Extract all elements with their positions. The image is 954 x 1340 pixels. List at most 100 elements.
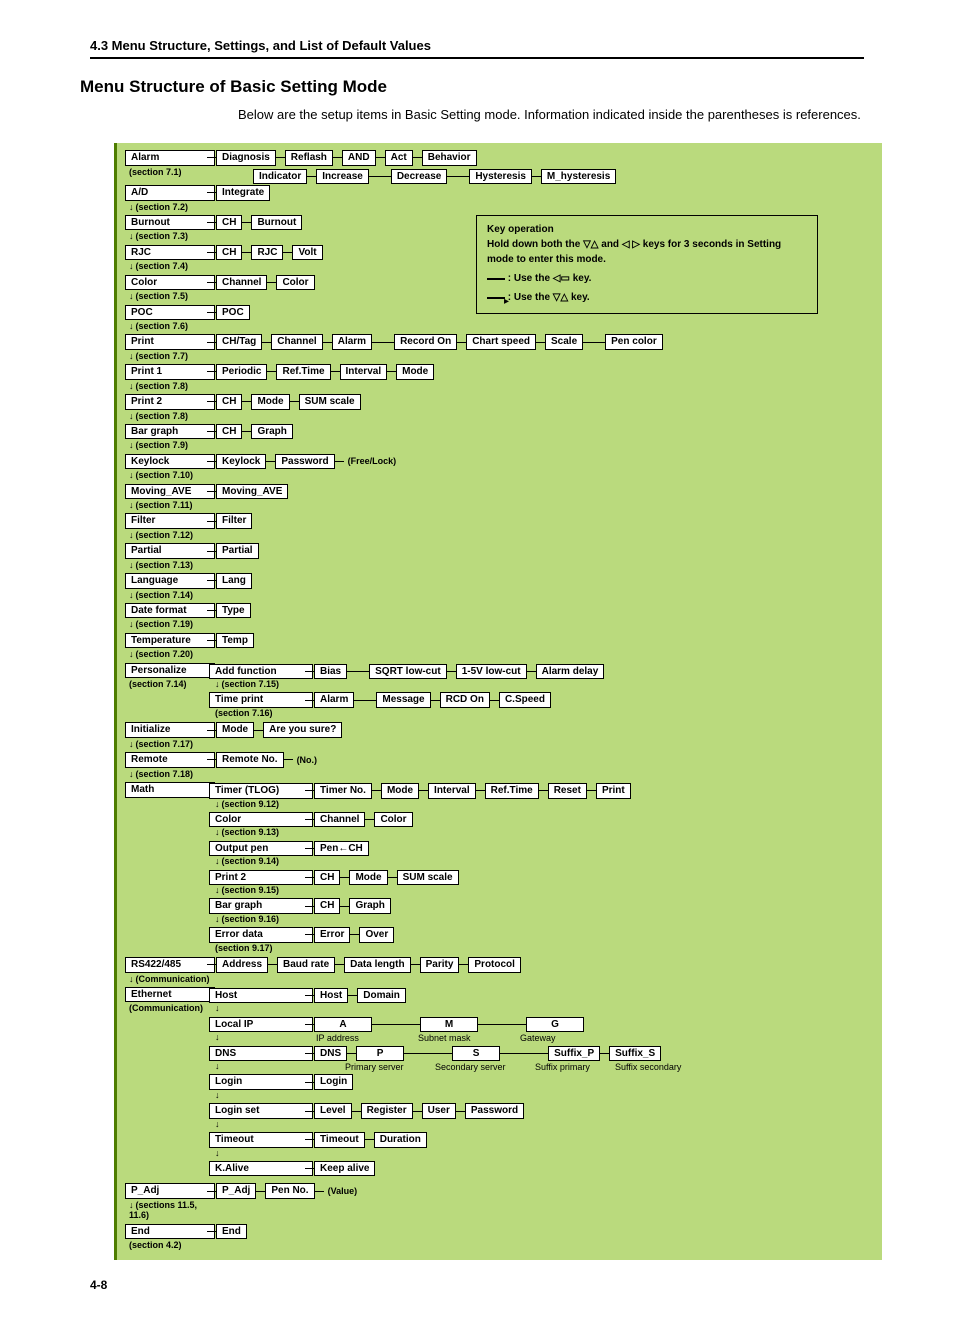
chip-partial: Partial [125,543,215,559]
c: RJC [251,245,283,261]
c: Address [216,957,268,973]
n: Suffix primary [535,1062,613,1072]
row-padj: P_Adj (sections 11.5, 11.6) P_Adj Pen No… [125,1183,874,1222]
row-filter: Filter (section 7.12) Filter [125,513,874,542]
sec-eth: (Communication) [129,1003,203,1013]
c: Mode [381,783,419,799]
c: Scale [545,334,583,350]
chip-keylock: Keylock [125,454,215,470]
sec-rs: (Communication) [129,974,203,984]
sec-keylock: (section 7.10) [129,470,203,480]
row-pers: Personalize (section 7.14) Add function … [125,663,874,722]
row-math: Math Timer (TLOG) (section 9.12) Timer N… [125,782,874,956]
c: Lang [216,573,252,589]
c: Mode [251,394,289,410]
c: DNS [314,1046,347,1062]
c: Behavior [422,150,477,166]
sec-math-print2: (section 9.15) [215,885,301,895]
c: Keep alive [314,1161,375,1177]
c: M_hysteresis [541,169,616,185]
chip-remote: Remote [125,752,215,768]
sec-print2: (section 7.8) [129,411,203,421]
c: P [356,1046,404,1062]
c: Ref.Time [276,364,330,380]
diagram-host: Key operation Hold down both the ▽△ and … [48,143,906,1259]
sec-math-err: (section 9.17) [215,943,301,953]
chip-eth-timeout: Timeout [209,1132,313,1148]
sec-timeprint: (section 7.16) [215,708,301,718]
chip-pers: Personalize [125,663,215,679]
chip-bar: Bar graph [125,424,215,440]
c: Password [275,454,334,470]
row-print1: Print 1 (section 7.8) Periodic Ref.Time … [125,364,874,393]
sec-lang: (section 7.14) [129,590,203,600]
row-print2: Print 2 (section 7.8) CH Mode SUM scale [125,394,874,423]
sec-math-timer: (section 9.12) [215,799,301,809]
c: Color [374,812,412,828]
chip-rjc: RJC [125,245,215,261]
c: Reflash [285,150,333,166]
c: Error [314,927,350,943]
sec-print1: (section 7.8) [129,381,203,391]
section-header: 4.3 Menu Structure, Settings, and List o… [90,38,864,59]
sec-math-color: (section 9.13) [215,827,301,837]
c: Login [314,1074,353,1090]
c: CH [216,245,242,261]
c: Interval [428,783,476,799]
row-partial: Partial (section 7.13) Partial [125,543,874,572]
c: Ref.Time [485,783,539,799]
kb-r2a: : Use the [508,273,553,284]
c: Duration [374,1132,427,1148]
chip-filter: Filter [125,513,215,529]
row-bar: Bar graph (section 7.9) CH Graph [125,424,874,453]
c: Pen No. [265,1183,314,1199]
c: M [420,1017,478,1033]
chip-end: End [125,1224,215,1240]
c: Timeout [314,1132,365,1148]
row-eth: Ethernet (Communication) Host Host Domai… [125,987,874,1178]
c: Increase [316,169,369,185]
row-init: Initialize (section 7.17) Mode Are you s… [125,722,874,751]
c: Bias [314,664,347,680]
c: Reset [548,783,587,799]
alarm-line2: Indicator Increase Decrease Hysteresis M… [253,169,616,185]
c: Periodic [216,364,267,380]
sec-print: (section 7.7) [129,351,203,361]
sec-filter: (section 7.12) [129,530,203,540]
row-end: End (section 4.2) End [125,1224,874,1253]
c: Timer No. [314,783,372,799]
c: Volt [292,245,322,261]
chip-eth-host: Host [209,988,313,1004]
c: Graph [251,424,292,440]
sec-math-bar: (section 9.16) [215,914,301,924]
c: Mode [216,722,254,738]
sec-poc: (section 7.6) [129,321,203,331]
c: Mode [349,870,387,886]
leftright-icon: ◁ ▷ [622,237,640,252]
c: RCD On [440,692,490,708]
chip-eth-login: Login [209,1074,313,1090]
chip-timeprint: Time print [209,692,313,708]
chip-rs: RS422/485 [125,957,215,973]
arrow-horiz-icon [487,278,505,280]
chip-ad: A/D [125,185,215,201]
row-temp: Temperature (section 7.20) Temp [125,633,874,662]
c: Remote No. [216,752,284,768]
n: Secondary server [435,1062,533,1072]
c: S [452,1046,500,1062]
c: Suffix_S [609,1046,661,1062]
sec-color: (section 7.5) [129,291,203,301]
c: Keylock [216,454,266,470]
sec-temp: (section 7.20) [129,649,203,659]
c: AND [342,150,376,166]
c: Pen←CH [314,841,369,857]
chip-print1: Print 1 [125,364,215,380]
c: Moving_AVE [216,484,288,500]
sec-alarm: (section 7.1) [129,167,203,177]
chip-alarm: Alarm [125,150,215,166]
c: Color [276,275,314,291]
c: Protocol [468,957,521,973]
chip-temp: Temperature [125,633,215,649]
c: Over [359,927,394,943]
c: SUM scale [397,870,459,886]
